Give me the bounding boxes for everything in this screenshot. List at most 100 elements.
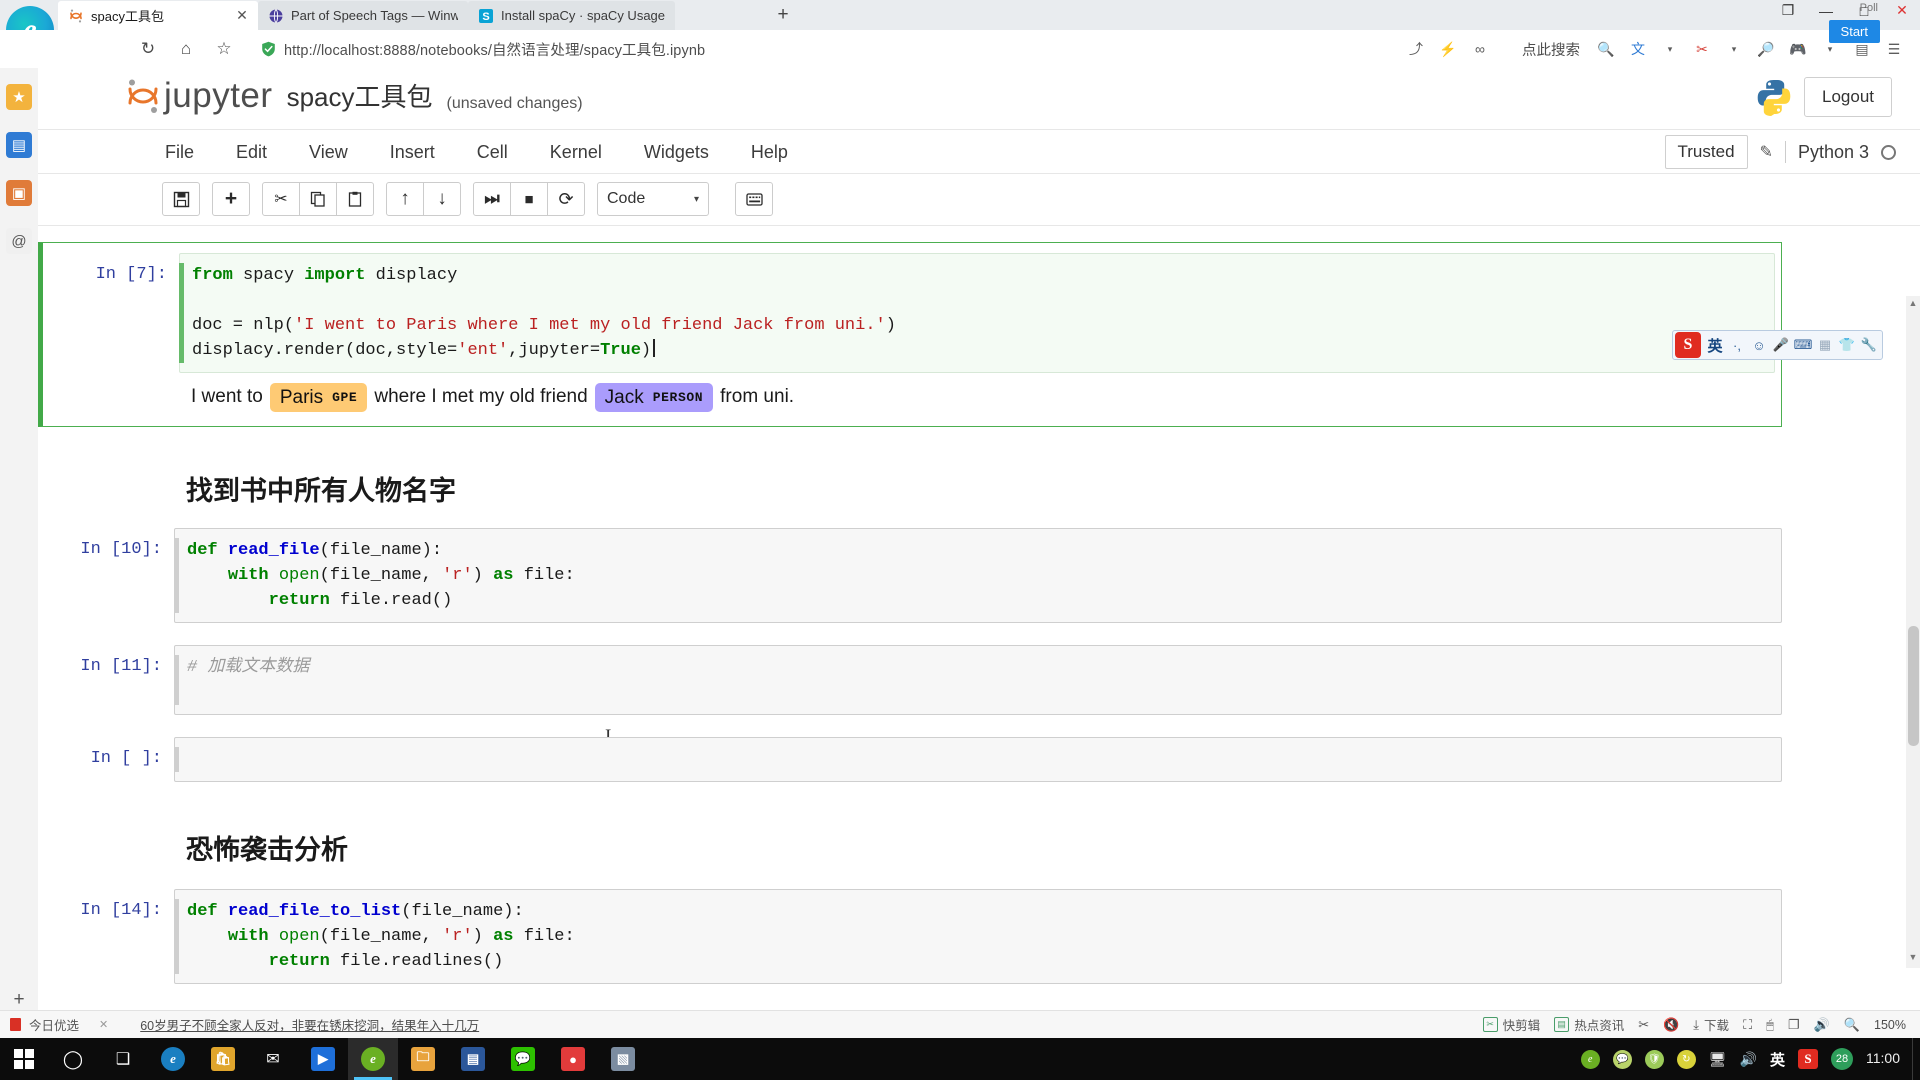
cell-source[interactable] <box>174 747 1781 772</box>
translate-icon[interactable]: 文 <box>1622 34 1654 64</box>
gamepad-icon[interactable]: 🎮 <box>1782 34 1814 64</box>
menu-kernel[interactable]: Kernel <box>529 132 623 173</box>
minimize-button[interactable]: — <box>1816 3 1836 19</box>
home-icon[interactable]: ⌂ <box>171 34 201 64</box>
download-tool[interactable]: ⤓ 下载 <box>1693 1015 1729 1034</box>
sogou-logo-icon[interactable]: S <box>1675 332 1701 358</box>
cell-source[interactable]: def read_file_to_list(file_name): with o… <box>174 899 1781 974</box>
cortana-icon[interactable]: ◯ <box>48 1038 98 1080</box>
markdown-heading[interactable]: 找到书中所有人物名字 <box>174 451 1882 522</box>
sogou-tray-icon[interactable]: S <box>1798 1049 1818 1069</box>
punctuation-icon[interactable]: ·, <box>1726 332 1748 358</box>
toolbox-icon[interactable]: ▦ <box>1814 332 1836 358</box>
browser-tab[interactable]: Part of Speech Tags — Winw <box>258 1 468 30</box>
cell-input-area[interactable] <box>174 737 1782 782</box>
skin-icon[interactable]: 👕 <box>1836 332 1858 358</box>
menu-file[interactable]: File <box>144 132 215 173</box>
edge-icon[interactable]: e <box>148 1038 198 1080</box>
mute-icon[interactable]: 🔇 <box>1663 1017 1679 1033</box>
ime-indicator[interactable]: 英 <box>1770 1049 1785 1070</box>
close-window-button[interactable]: ✕ <box>1892 2 1912 19</box>
cell-input-area[interactable]: from spacy import displacy doc = nlp('I … <box>179 253 1775 373</box>
cell-input-area[interactable]: # 加载文本数据 <box>174 645 1782 715</box>
close-icon[interactable]: ✕ <box>99 1018 108 1031</box>
paste-cell-button[interactable] <box>336 182 374 216</box>
news-headline-link[interactable]: 60岁男子不顾全家人反对，非要在锈床挖洞，结果年入十几万 <box>140 1015 479 1034</box>
notification-badge[interactable]: 28 <box>1831 1048 1853 1070</box>
zoom-level-label[interactable]: 150% <box>1874 1018 1906 1032</box>
cell-input-area[interactable]: def read_file_to_list(file_name): with o… <box>174 889 1782 984</box>
menu-help[interactable]: Help <box>730 132 809 173</box>
cut-cell-button[interactable]: ✂ <box>262 182 300 216</box>
cell-input-area[interactable]: def read_file(file_name): with open(file… <box>174 528 1782 623</box>
reload-icon[interactable]: ↻ <box>133 34 163 64</box>
cell-type-select[interactable]: Code ▾ <box>597 182 709 216</box>
chat-icon[interactable]: 💬 <box>1612 1049 1632 1069</box>
command-palette-button[interactable] <box>735 182 773 216</box>
recorder-icon[interactable]: ● <box>548 1038 598 1080</box>
display-icon[interactable]: 🖥 <box>1709 1051 1727 1068</box>
ime-floating-toolbar[interactable]: S 英 ·, ☺ 🎤 ⌨ ▦ 👕 🔧 <box>1672 330 1883 360</box>
wechat-icon[interactable]: 💬 <box>498 1038 548 1080</box>
shield-tray-icon[interactable]: 🛡 <box>1644 1049 1664 1069</box>
menu-widgets[interactable]: Widgets <box>623 132 730 173</box>
start-button[interactable] <box>0 1038 48 1080</box>
notebook-title[interactable]: spacy工具包 <box>287 77 433 114</box>
search-icon[interactable]: 🔍 <box>1590 34 1622 64</box>
restart-kernel-button[interactable]: ⟳ <box>547 182 585 216</box>
pencil-icon[interactable]: ✎ <box>1760 142 1773 162</box>
browser-tab[interactable]: spacy工具包 ✕ <box>58 1 258 30</box>
browser-360-icon[interactable]: e <box>348 1038 398 1080</box>
clip-tool[interactable]: ✂ 快剪辑 <box>1482 1015 1540 1034</box>
show-desktop-button[interactable] <box>1912 1038 1920 1080</box>
restore-button[interactable]: ❐ <box>1778 2 1798 19</box>
fullscreen-icon[interactable]: ⛶ <box>1743 1017 1752 1033</box>
code-cell[interactable]: In [14]: def read_file_to_list(file_name… <box>38 889 1882 984</box>
screenshot-icon[interactable]: ✂ <box>1638 1017 1649 1033</box>
chevron-down-icon[interactable]: ▾ <box>1654 34 1686 64</box>
menu-insert[interactable]: Insert <box>369 132 456 173</box>
file-explorer-icon[interactable]: 🗀 <box>398 1038 448 1080</box>
search-hint-label[interactable]: 点此搜索 <box>1522 39 1580 60</box>
mouse-icon[interactable]: 🖱 <box>1766 1017 1774 1033</box>
code-cell[interactable]: In [ ]: <box>38 737 1882 782</box>
link-icon[interactable]: ∞ <box>1464 34 1496 64</box>
store-icon[interactable]: 🛍 <box>198 1038 248 1080</box>
share-icon[interactable]: ⤴ <box>1400 34 1432 64</box>
chevron-down-icon[interactable]: ▾ <box>1718 34 1750 64</box>
menu-edit[interactable]: Edit <box>215 132 288 173</box>
magnifier-icon[interactable]: 🔎 <box>1750 34 1782 64</box>
run-cell-button[interactable]: ⏭ <box>473 182 511 216</box>
clock[interactable]: 11:00 <box>1866 1050 1900 1066</box>
code-cell[interactable]: In [7]: from spacy import displacy doc =… <box>43 253 1781 373</box>
move-cell-up-button[interactable]: ↑ <box>386 182 424 216</box>
scrollbar-thumb[interactable] <box>1908 626 1919 746</box>
cell-source[interactable]: from spacy import displacy doc = nlp('I … <box>179 263 1774 363</box>
code-cell[interactable]: In [11]: # 加载文本数据 <box>38 645 1882 715</box>
settings-icon[interactable]: 🔧 <box>1858 332 1880 358</box>
notebook-scrollbar[interactable]: ▲ ▼ <box>1906 296 1920 968</box>
tab-close-button[interactable]: ✕ <box>236 7 248 24</box>
start-badge[interactable]: Start <box>1828 20 1880 43</box>
favorites-icon[interactable]: ★ <box>6 84 32 110</box>
volume-tray-icon[interactable]: 🔊 <box>1740 1051 1757 1068</box>
edge-tray-icon[interactable]: e <box>1580 1049 1600 1069</box>
reading-list-icon[interactable]: ▤ <box>6 132 32 158</box>
emoji-icon[interactable]: ☺ <box>1748 332 1770 358</box>
insert-cell-button[interactable]: + <box>212 182 250 216</box>
scroll-down-arrow[interactable]: ▼ <box>1907 952 1919 966</box>
move-cell-down-button[interactable]: ↓ <box>423 182 461 216</box>
update-icon[interactable]: ↻ <box>1676 1049 1696 1069</box>
cell-source[interactable]: # 加载文本数据 <box>174 655 1781 705</box>
scroll-up-arrow[interactable]: ▲ <box>1907 298 1919 312</box>
task-view-icon[interactable]: ❑ <box>98 1038 148 1080</box>
video-player-icon[interactable]: ▶ <box>298 1038 348 1080</box>
zoom-icon[interactable]: 🔍 <box>1844 1017 1860 1033</box>
books-icon[interactable]: ▣ <box>6 180 32 206</box>
office-icon[interactable]: ▤ <box>448 1038 498 1080</box>
history-icon[interactable]: @ <box>6 228 32 254</box>
cell-source[interactable]: def read_file(file_name): with open(file… <box>174 538 1781 613</box>
trusted-badge[interactable]: Trusted <box>1664 135 1748 169</box>
add-rail-item-button[interactable]: + <box>8 990 30 1012</box>
feed-label[interactable]: 今日优选 <box>29 1015 79 1034</box>
